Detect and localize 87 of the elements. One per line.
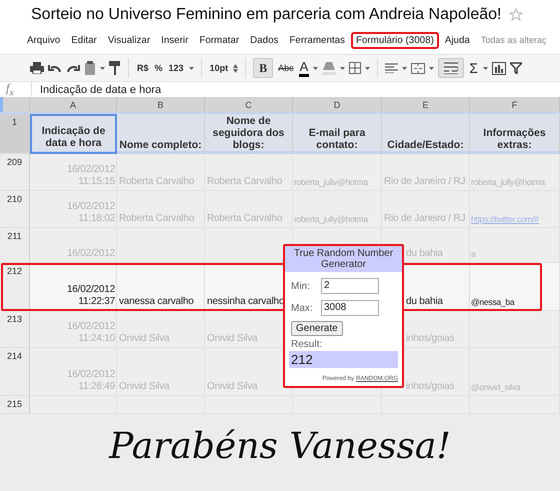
caret-icon[interactable]: [313, 66, 318, 70]
wrap-text-icon: [444, 62, 458, 74]
align-icon[interactable]: [385, 63, 398, 73]
table-cell: vanessa carvalho: [117, 263, 205, 311]
number-format-button[interactable]: 123: [168, 59, 185, 77]
row-number[interactable]: 209: [0, 154, 30, 191]
table-cell: Rio de Janeiro / RJ: [382, 154, 470, 191]
caret-icon[interactable]: [100, 66, 105, 70]
table-cell: Roberta Carvalho: [205, 154, 293, 191]
font-size-button[interactable]: 10pt: [208, 59, 230, 77]
menu-item[interactable]: Inserir: [156, 32, 194, 48]
table-cell: roberta_jully@hotma: [293, 191, 382, 228]
star-icon[interactable]: [509, 8, 524, 22]
column-header[interactable]: E: [382, 97, 470, 112]
menu-item[interactable]: Ajuda: [440, 32, 475, 48]
min-label: Min:: [291, 280, 311, 292]
up-down-arrows-icon[interactable]: [233, 64, 238, 72]
max-field[interactable]: 3008: [321, 300, 379, 316]
merge-cells-icon[interactable]: [411, 62, 426, 74]
column-header[interactable]: C: [205, 97, 293, 112]
print-icon[interactable]: [30, 62, 44, 74]
caret-icon[interactable]: [429, 66, 434, 70]
table-cell: roberta_jullv@hotma: [293, 154, 382, 191]
table-cell: 16/02/2012 11:22:37: [30, 263, 117, 311]
table-cell: Onivid Silva: [117, 348, 205, 396]
table-cell: 16/02/2012 11:24:10: [30, 311, 117, 348]
bold-button[interactable]: B: [253, 58, 274, 78]
strikethrough-button[interactable]: Abc: [277, 59, 295, 77]
result-value: 212: [289, 351, 398, 368]
paint-roller-icon[interactable]: [109, 61, 121, 75]
undo-icon[interactable]: [48, 63, 62, 73]
row-number[interactable]: 214: [0, 348, 30, 396]
table-cell: roberta_jully@hotma: [470, 154, 560, 191]
fill-color-icon[interactable]: [322, 61, 336, 75]
table-cell: Roberta Carvalho: [117, 154, 205, 191]
widget-title: True Random Number Generator: [285, 246, 402, 272]
column-header[interactable]: A: [30, 97, 117, 112]
table-cell: @onivid_silva: [470, 348, 560, 396]
column-header[interactable]: B: [117, 97, 205, 112]
table-cell: a: [470, 228, 560, 263]
caret-icon[interactable]: [365, 66, 370, 70]
column-header[interactable]: F: [470, 97, 560, 112]
table-cell: Rio de Janeiro / RJ: [382, 191, 470, 228]
menu-item[interactable]: Dados: [245, 32, 284, 48]
table-cell: 16/02/2012 11:15:15: [30, 154, 117, 191]
clipboard-icon[interactable]: [84, 61, 96, 75]
chart-icon[interactable]: [492, 62, 506, 74]
filter-icon[interactable]: [510, 62, 522, 74]
congratulations-text: Parabéns Vanessa!: [109, 426, 451, 466]
header-cell[interactable]: Indicação de data e hora: [30, 114, 117, 154]
caret-icon[interactable]: [188, 66, 194, 70]
table-cell: Roberta Carvalho: [205, 191, 293, 228]
table-cell: 16/02/2012 11:26:49: [30, 348, 117, 396]
menu-item[interactable]: Formatar: [194, 32, 244, 48]
table-cell: 16/02/2012 11:18:02: [30, 191, 117, 228]
redo-icon[interactable]: [66, 63, 80, 73]
caret-icon[interactable]: [402, 66, 408, 70]
borders-icon[interactable]: [349, 62, 362, 74]
min-field[interactable]: 2: [321, 278, 379, 294]
save-status: Todas as alteraç: [480, 35, 546, 45]
menu-item[interactable]: Arquivo: [22, 32, 66, 48]
menu-item[interactable]: Formulário (3008): [350, 32, 439, 48]
row-number[interactable]: 215: [0, 396, 30, 414]
menu-item[interactable]: Ferramentas: [284, 32, 350, 48]
max-label: Max:: [291, 302, 314, 314]
sum-button[interactable]: Σ: [468, 59, 479, 77]
formula-field[interactable]: Indicação de data e hora: [32, 84, 162, 96]
table-cell: 16/02/2012: [30, 228, 117, 263]
row-number[interactable]: 210: [0, 191, 30, 228]
row-number[interactable]: 1: [0, 114, 30, 154]
row-number[interactable]: 211: [0, 228, 30, 263]
result-label: Result:: [291, 339, 324, 350]
menu-item[interactable]: Editar: [66, 32, 102, 48]
row-number[interactable]: 213: [0, 311, 30, 348]
text-color-button[interactable]: A: [298, 60, 310, 76]
table-cell: @nessa_ba: [470, 263, 560, 311]
generate-button[interactable]: Generate: [291, 321, 343, 336]
column-header[interactable]: D: [293, 97, 382, 112]
wrap-text-button[interactable]: [438, 58, 464, 78]
currency-button[interactable]: R$: [136, 59, 150, 77]
percent-button[interactable]: %: [154, 59, 164, 77]
table-cell: Onivid Silva: [117, 311, 205, 348]
document-title: Sorteio no Universo Feminino em parceria com Andreia Napoleão!: [31, 6, 502, 24]
caret-icon[interactable]: [482, 66, 488, 70]
table-cell: Roberta Carvalho: [117, 191, 205, 228]
caret-icon[interactable]: [340, 66, 346, 70]
menu-item[interactable]: Visualizar: [102, 32, 156, 48]
